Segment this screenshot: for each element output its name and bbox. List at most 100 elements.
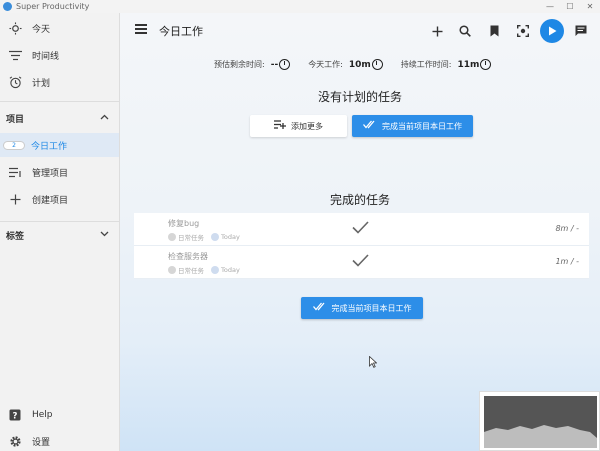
- add-more-label: 添加更多: [291, 121, 323, 131]
- alarm-clock-icon: [8, 75, 22, 89]
- tag-dot-icon: [168, 233, 176, 241]
- sidebar-item-label: 创建项目: [32, 195, 69, 206]
- task-tags: 日常任务 Today: [168, 265, 240, 275]
- task-title[interactable]: 检查服务器: [168, 251, 208, 262]
- menu-icon[interactable]: [135, 24, 147, 34]
- window-controls: — ☐ ✕: [540, 0, 600, 13]
- chevron-up-icon: [100, 113, 109, 123]
- add-icon: [432, 26, 442, 36]
- unscheduled-heading: 没有计划的任务: [317, 90, 402, 104]
- preview-thumbnail: [479, 391, 600, 451]
- timer-icon: [480, 59, 492, 70]
- task-tags: 日常任务 Today: [168, 232, 240, 242]
- tags-section-toggle[interactable]: 标签: [0, 223, 119, 247]
- manage-list-icon: [8, 165, 22, 179]
- remaining-value: --: [270, 59, 279, 70]
- sidebar-item-label: 管理项目: [32, 168, 69, 179]
- finish-day-button-top[interactable]: 完成当前项目本日工作: [352, 115, 473, 137]
- sidebar-item-label: 今天: [32, 24, 51, 35]
- sidebar-item-label: 时间线: [32, 51, 60, 62]
- notes-button[interactable]: [571, 21, 591, 41]
- today-work-value: 10m: [348, 59, 371, 70]
- finish-day-button-bottom[interactable]: 完成当前项目本日工作: [301, 297, 423, 319]
- done-heading: 完成的任务: [329, 193, 390, 207]
- sidebar-item-manage-projects[interactable]: 管理项目: [0, 160, 119, 184]
- add-more-button[interactable]: 添加更多: [250, 115, 347, 137]
- focus-mode-button[interactable]: [513, 21, 533, 41]
- tag-dot-icon: [168, 266, 176, 274]
- sidebar-item-create-project[interactable]: 创建项目: [0, 187, 119, 211]
- mouse-cursor-icon: [369, 355, 378, 371]
- done-all-icon: [312, 302, 327, 314]
- sidebar-item-settings[interactable]: 设置: [0, 429, 119, 451]
- sun-icon: [8, 21, 22, 35]
- task-tag[interactable]: Today: [221, 266, 240, 274]
- notes-icon: [575, 25, 587, 36]
- sidebar-item-label: 计划: [32, 78, 51, 89]
- playlist-add-icon: [274, 120, 286, 132]
- done-task-list: 修复bug 日常任务 Today 8m / - 检查服务器 日常任务 Today: [134, 213, 589, 279]
- search-button[interactable]: [455, 21, 475, 41]
- bookmark-button[interactable]: [484, 21, 504, 41]
- close-button[interactable]: ✕: [580, 0, 600, 13]
- add-task-button[interactable]: [427, 21, 447, 41]
- task-time-spent: 8m / -: [555, 224, 579, 233]
- window-titlebar: Super Productivity — ☐ ✕: [0, 0, 600, 13]
- plus-icon: [8, 192, 22, 206]
- sidebar-item-project-today-work[interactable]: 2 今日工作: [0, 133, 119, 157]
- work-stats: 预估剩余时间: -- 今天工作: 10m 持续工作时间: 11m: [214, 59, 514, 70]
- today-work-label: 今天工作:: [308, 60, 343, 69]
- task-time-spent: 1m / -: [555, 257, 579, 266]
- tag-dot-icon: [211, 233, 219, 241]
- sidebar-item-label: Help: [32, 410, 53, 420]
- tags-heading: 标签: [6, 231, 25, 242]
- maximize-button[interactable]: ☐: [560, 0, 580, 13]
- tag-dot-icon: [211, 266, 219, 274]
- checkmark-icon[interactable]: [352, 252, 369, 271]
- sidebar-divider: [0, 101, 119, 102]
- list-item[interactable]: 检查服务器 日常任务 Today 1m / -: [134, 246, 589, 279]
- sidebar-item-today[interactable]: 今天: [0, 16, 119, 40]
- sidebar-item-help[interactable]: ? Help: [0, 403, 119, 427]
- sidebar-divider: [0, 221, 119, 222]
- continuous-work-value: 11m: [457, 59, 480, 70]
- done-all-icon: [363, 120, 377, 132]
- chevron-down-icon: [100, 230, 109, 240]
- preview-image: [484, 396, 597, 448]
- clock-icon: [371, 59, 383, 70]
- task-title[interactable]: 修复bug: [168, 218, 199, 229]
- window-title: Super Productivity: [16, 2, 90, 11]
- list-item[interactable]: 修复bug 日常任务 Today 8m / -: [134, 213, 589, 246]
- projects-heading: 项目: [6, 114, 25, 125]
- task-tag[interactable]: 日常任务: [178, 232, 204, 242]
- checkmark-icon[interactable]: [352, 219, 369, 238]
- finish-day-label: 完成当前项目本日工作: [331, 303, 412, 313]
- project-badge: 2: [3, 140, 25, 150]
- sidebar-item-plan[interactable]: 计划: [0, 70, 119, 94]
- main-content: 今日工作 预估剩余时间: -- 今天工作: 10m 持续工作时间: 11m 没有…: [120, 13, 600, 451]
- sidebar: 今天 时间线 计划 项目 2 今日工作 管理项目 创建项目 标签 ? Help …: [0, 13, 120, 451]
- page-title: 今日工作: [159, 25, 203, 38]
- sidebar-item-label: 今日工作: [31, 141, 68, 152]
- task-tag[interactable]: 日常任务: [178, 265, 204, 275]
- top-toolbar: 今日工作: [120, 13, 600, 49]
- start-tracking-button[interactable]: [540, 19, 564, 43]
- app-logo-icon: [3, 2, 12, 11]
- gear-icon: [8, 434, 22, 448]
- clock-icon: [279, 59, 291, 70]
- svg-text:?: ?: [13, 411, 18, 421]
- projects-section-toggle[interactable]: 项目: [0, 106, 119, 130]
- sidebar-item-timeline[interactable]: 时间线: [0, 43, 119, 67]
- play-icon: [548, 26, 556, 36]
- help-icon: ?: [8, 408, 22, 422]
- bookmark-icon: [490, 25, 498, 37]
- continuous-work-label: 持续工作时间:: [400, 60, 452, 69]
- sidebar-item-label: 设置: [32, 437, 51, 448]
- search-icon: [459, 25, 471, 37]
- focus-icon: [517, 25, 529, 37]
- minimize-button[interactable]: —: [540, 0, 560, 13]
- task-tag[interactable]: Today: [221, 233, 240, 241]
- finish-day-label: 完成当前项目本日工作: [382, 121, 462, 131]
- remaining-label: 预估剩余时间:: [214, 60, 265, 69]
- timeline-icon: [8, 48, 22, 62]
